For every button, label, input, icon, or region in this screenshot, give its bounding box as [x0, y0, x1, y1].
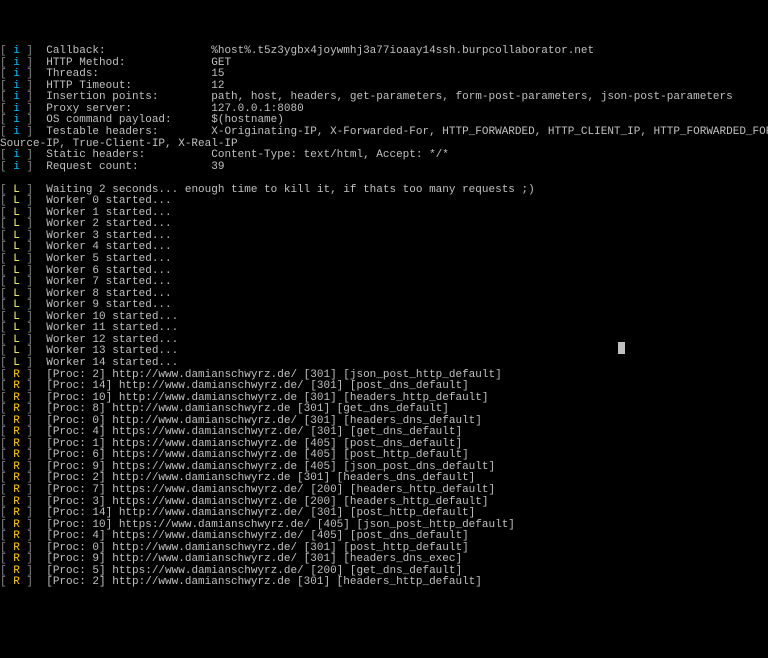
config-label: Callback:	[33, 46, 211, 58]
result-line: [ R ] [Proc: 8] http://www.damianschwyrz…	[0, 404, 768, 416]
config-line: [ i ] Request count: 39	[0, 162, 768, 174]
config-line: [ i ] Static headers: Content-Type: text…	[0, 150, 768, 162]
result-line: [ R ] [Proc: 14] http://www.damianschwyr…	[0, 381, 768, 393]
result-line: [ R ] [Proc: 4] https://www.damianschwyr…	[0, 531, 768, 543]
terminal-output: [ i ] Callback: %host%.t5z3ygbx4joywmhj3…	[0, 46, 768, 589]
config-line: [ i ] Callback: %host%.t5z3ygbx4joywmhj3…	[0, 46, 768, 58]
worker-line: [ L ] Worker 5 started...	[0, 254, 768, 266]
result-line: [ R ] [Proc: 7] https://www.damianschwyr…	[0, 485, 768, 497]
config-label: Request count:	[33, 162, 211, 174]
config-value: %host%.t5z3ygbx4joywmhj3a77ioaay14ssh.bu…	[211, 46, 594, 58]
worker-line: [ L ] Worker 14 started...	[0, 358, 768, 370]
worker-line: [ L ] Worker 7 started...	[0, 277, 768, 289]
result-line: [ R ] [Proc: 0] http://www.damianschwyrz…	[0, 543, 768, 555]
config-value: Content-Type: text/html, Accept: */*	[211, 150, 449, 162]
config-label: Testable headers:	[33, 127, 211, 139]
config-label: Static headers:	[33, 150, 211, 162]
result-line: [ R ] [Proc: 2] http://www.damianschwyrz…	[0, 577, 768, 589]
config-value: 39	[211, 162, 224, 174]
config-value: X-Originating-IP, X-Forwarded-For, HTTP_…	[211, 127, 768, 139]
result-line: [ R ] [Proc: 14] http://www.damianschwyr…	[0, 508, 768, 520]
result-line: [ R ] [Proc: 9] http://www.damianschwyrz…	[0, 554, 768, 566]
config-line: [ i ] Testable headers: X-Originating-IP…	[0, 127, 768, 139]
terminal-cursor	[618, 342, 625, 354]
result-line: [ R ] [Proc: 5] https://www.damianschwyr…	[0, 566, 768, 578]
